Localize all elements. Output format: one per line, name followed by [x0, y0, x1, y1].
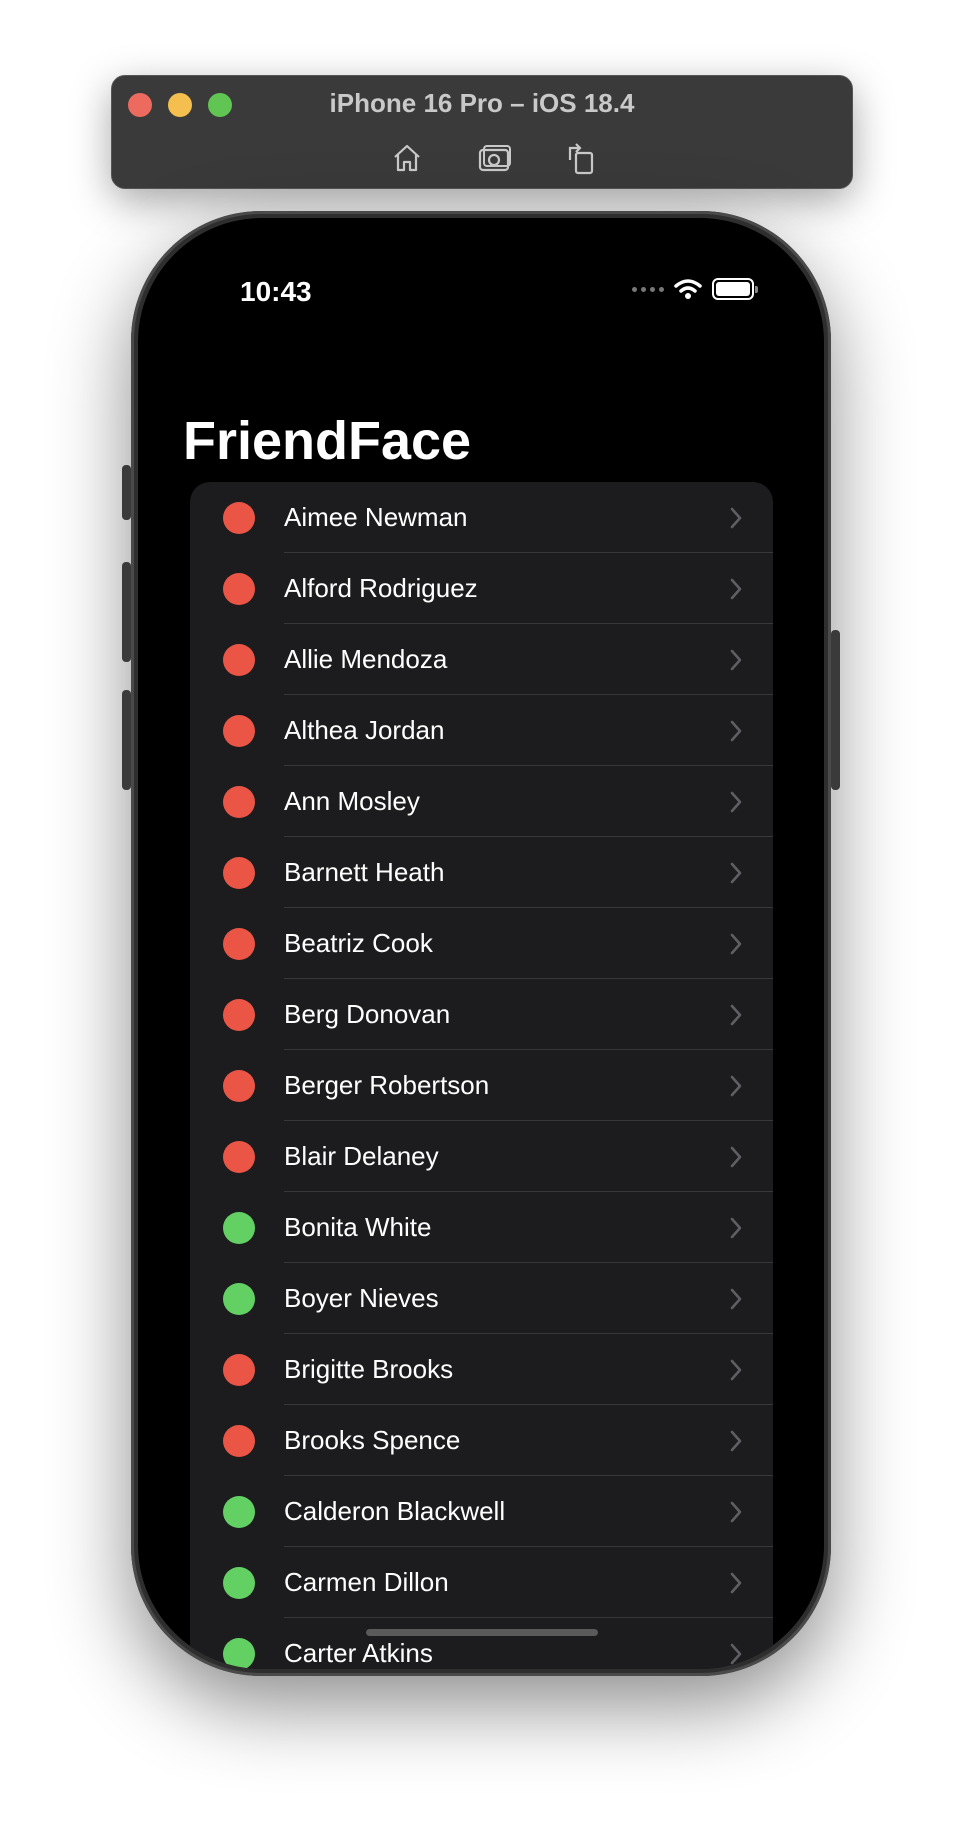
status-inactive-icon [223, 502, 255, 534]
friend-row[interactable]: Carmen Dillon [190, 1547, 773, 1618]
home-icon [394, 144, 420, 172]
friend-row[interactable]: Althea Jordan [190, 695, 773, 766]
volume-down-button [122, 690, 131, 790]
friend-row[interactable]: Berger Robertson [190, 1050, 773, 1121]
friend-name: Ann Mosley [284, 786, 420, 816]
device-screen: 10:43 FriendFace Aimee Newman Alford Rodr… [138, 218, 824, 1669]
friend-row[interactable]: Boyer Nieves [190, 1263, 773, 1334]
simulator-title-bar: iPhone 16 Pro – iOS 18.4 [111, 75, 853, 189]
chevron-right-icon [729, 1003, 743, 1027]
chevron-right-icon [729, 648, 743, 672]
status-inactive-icon [223, 786, 255, 818]
status-inactive-icon [223, 1141, 255, 1173]
friend-name: Aimee Newman [284, 502, 468, 532]
friend-name: Brigitte Brooks [284, 1354, 454, 1384]
friend-name: Carmen Dillon [284, 1567, 449, 1597]
chevron-right-icon [729, 1074, 743, 1098]
friend-name: Berger Robertson [284, 1070, 490, 1100]
home-indicator[interactable] [366, 1629, 598, 1636]
status-icons [632, 278, 758, 300]
friend-row[interactable]: Ann Mosley [190, 766, 773, 837]
friend-row[interactable]: Alford Rodriguez [190, 553, 773, 624]
friend-name: Berg Donovan [284, 999, 451, 1029]
status-time: 10:43 [240, 276, 312, 307]
wifi-icon [674, 279, 702, 299]
friend-name: Brooks Spence [284, 1425, 461, 1455]
chevron-right-icon [729, 1145, 743, 1169]
status-inactive-icon [223, 857, 255, 889]
friend-row[interactable]: Brigitte Brooks [190, 1334, 773, 1405]
friend-list: Aimee Newman Alford Rodriguez Allie Mendoz… [190, 482, 773, 1669]
rotate-button[interactable] [560, 138, 600, 178]
home-button[interactable] [387, 138, 427, 178]
friend-name: Allie Mendoza [284, 644, 448, 674]
simulator-title: iPhone 16 Pro – iOS 18.4 [329, 88, 635, 118]
friend-row[interactable]: Calderon Blackwell [190, 1476, 773, 1547]
friend-row[interactable]: Aimee Newman [190, 482, 773, 553]
friend-row[interactable]: Brooks Spence [190, 1405, 773, 1476]
status-inactive-icon [223, 928, 255, 960]
chevron-right-icon [729, 932, 743, 956]
status-inactive-icon [223, 573, 255, 605]
chevron-right-icon [729, 1642, 743, 1666]
friend-row[interactable]: Bonita White [190, 1192, 773, 1263]
chevron-right-icon [729, 1429, 743, 1453]
friend-name: Bonita White [284, 1212, 432, 1242]
friend-name: Calderon Blackwell [284, 1496, 506, 1526]
status-inactive-icon [223, 1354, 255, 1386]
status-active-icon [223, 1283, 255, 1315]
chevron-right-icon [729, 1216, 743, 1240]
status-inactive-icon [223, 715, 255, 747]
chevron-right-icon [729, 506, 743, 530]
friend-row[interactable]: Allie Mendoza [190, 624, 773, 695]
friend-row[interactable]: Berg Donovan [190, 979, 773, 1050]
battery-icon [712, 278, 758, 300]
chevron-right-icon [729, 1358, 743, 1382]
friend-name: Blair Delaney [284, 1141, 439, 1171]
cellular-icon [632, 286, 664, 292]
page-title: FriendFace [183, 411, 472, 471]
chevron-right-icon [729, 1500, 743, 1524]
action-button [122, 465, 131, 520]
volume-up-button [122, 562, 131, 662]
friend-row[interactable]: Blair Delaney [190, 1121, 773, 1192]
rotate-icon [568, 143, 594, 175]
chevron-right-icon [729, 790, 743, 814]
side-button [831, 630, 840, 790]
chevron-right-icon [729, 719, 743, 743]
friend-name: Althea Jordan [284, 715, 445, 745]
friend-name: Barnett Heath [284, 857, 445, 887]
chevron-right-icon [729, 1287, 743, 1311]
status-active-icon [223, 1638, 255, 1669]
friend-row[interactable]: Barnett Heath [190, 837, 773, 908]
friend-name: Alford Rodriguez [284, 573, 478, 603]
screenshot-button[interactable] [475, 138, 515, 178]
status-active-icon [223, 1496, 255, 1528]
chevron-right-icon [729, 577, 743, 601]
friend-name: Carter Atkins [284, 1638, 433, 1668]
status-inactive-icon [223, 999, 255, 1031]
status-inactive-icon [223, 644, 255, 676]
screenshot-icon [478, 145, 511, 172]
friend-name: Beatriz Cook [284, 928, 433, 958]
chevron-right-icon [729, 861, 743, 885]
status-active-icon [223, 1212, 255, 1244]
chevron-right-icon [729, 1571, 743, 1595]
friend-row[interactable]: Carter Atkins [190, 1618, 773, 1669]
status-active-icon [223, 1567, 255, 1599]
status-inactive-icon [223, 1070, 255, 1102]
status-inactive-icon [223, 1425, 255, 1457]
friend-row[interactable]: Beatriz Cook [190, 908, 773, 979]
friend-name: Boyer Nieves [284, 1283, 439, 1313]
